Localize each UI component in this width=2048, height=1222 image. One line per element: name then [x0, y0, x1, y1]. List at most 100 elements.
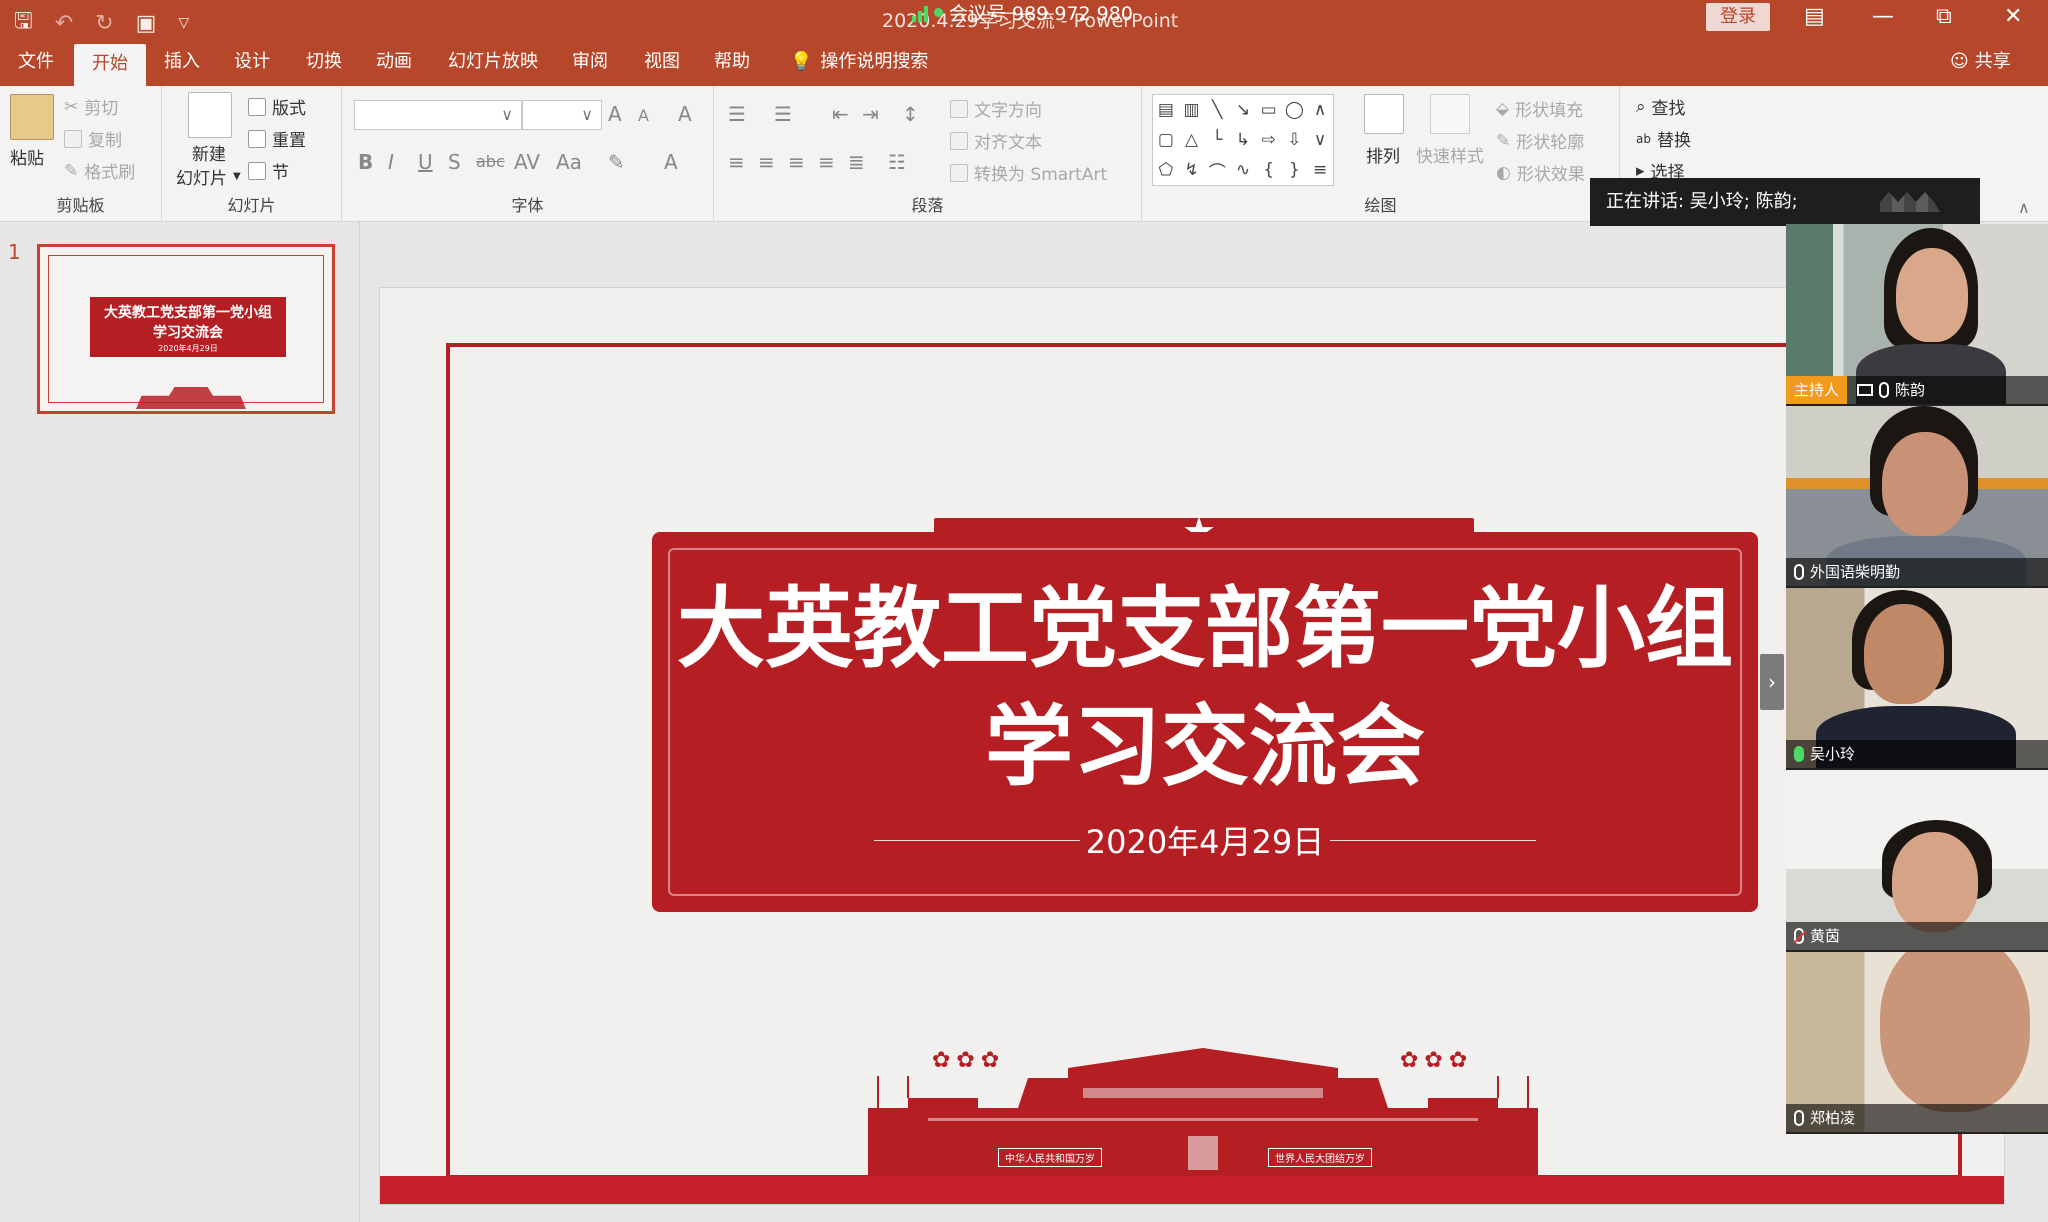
tab-slideshow[interactable]: 幻灯片放映	[430, 38, 556, 86]
font-name-combo[interactable]: ∨	[354, 100, 522, 130]
line-spacing-icon[interactable]: ↕	[902, 102, 919, 126]
smartart-button[interactable]: 转换为 SmartArt	[950, 160, 1107, 185]
tab-review[interactable]: 审阅	[554, 38, 626, 86]
triangle-icon[interactable]: △	[1185, 130, 1198, 150]
tell-me-search[interactable]: 💡 操作说明搜索	[790, 38, 928, 86]
arrange-button[interactable]: 排列	[1366, 142, 1400, 167]
elbow-connector-icon[interactable]: └	[1212, 130, 1222, 150]
bullets-icon[interactable]: ☰	[728, 102, 746, 126]
decrease-indent-icon[interactable]: ⇤	[832, 102, 849, 126]
italic-button[interactable]: I	[388, 150, 394, 174]
slide-date[interactable]: 2020年4月29日	[1080, 817, 1331, 863]
slide-thumbnail[interactable]: 大英教工党支部第一党小组 学习交流会 2020年4月29日	[37, 244, 335, 414]
find-button[interactable]: ⌕ 查找	[1636, 94, 1686, 120]
shape-effects-button[interactable]: ◐ 形状效果	[1496, 160, 1585, 186]
char-spacing-button[interactable]: AV	[514, 150, 540, 174]
tab-home[interactable]: 开始	[74, 44, 146, 86]
restore-icon[interactable]: ⧉	[1936, 4, 1952, 29]
line-icon[interactable]: ╲	[1212, 100, 1222, 120]
left-brace-icon[interactable]: {	[1263, 160, 1274, 180]
justify-icon[interactable]: ≡	[818, 150, 835, 174]
down-arrow-icon[interactable]: ⇩	[1287, 130, 1301, 150]
video-tile[interactable]: 吴小玲	[1786, 588, 2048, 770]
shadow-button[interactable]: S	[448, 150, 461, 174]
arc-icon[interactable]: ⌒	[1209, 158, 1226, 183]
ribbon-display-icon[interactable]: ▤	[1804, 4, 1825, 29]
undo-icon[interactable]: ↶	[55, 11, 73, 36]
format-painter-button[interactable]: ✎ 格式刷	[64, 158, 135, 184]
columns-icon[interactable]: ☷	[888, 150, 906, 174]
minimize-icon[interactable]: —	[1872, 4, 1894, 29]
vertical-text-box-icon[interactable]: ▥	[1184, 100, 1200, 120]
new-slide-button[interactable]: 新建	[192, 140, 226, 165]
cut-button[interactable]: ✂ 剪切	[64, 94, 118, 120]
video-tile[interactable]: 外国语柴明勤	[1786, 406, 2048, 588]
text-direction-button[interactable]: 文字方向	[950, 96, 1042, 121]
new-slide-dropdown[interactable]: 幻灯片 ▼	[176, 164, 241, 189]
right-arrow-icon[interactable]: ⇨	[1262, 130, 1276, 150]
highlight-icon[interactable]: ✎	[608, 150, 625, 174]
replace-button[interactable]: ab 替换	[1636, 126, 1691, 151]
grow-font-button[interactable]: A	[608, 102, 622, 126]
customize-icon[interactable]: ▽	[178, 15, 189, 31]
arrow-line-icon[interactable]: ↘	[1236, 100, 1250, 120]
slide-title-line1[interactable]: 大英教工党支部第一党小组	[652, 574, 1758, 684]
underline-button[interactable]: U	[418, 150, 433, 174]
quick-styles-icon[interactable]	[1430, 94, 1470, 134]
paste-button[interactable]: 粘贴	[10, 144, 44, 169]
text-box-icon[interactable]: ▤	[1158, 100, 1174, 120]
more-shapes-icon[interactable]: ≡	[1313, 160, 1327, 180]
next-slide-arrow-icon[interactable]: ›	[1760, 654, 1784, 710]
paste-icon[interactable]	[10, 94, 54, 140]
slide-canvas[interactable]: ★ 大英教工党支部第一党小组 学习交流会 2020年4月29日 ✿✿✿ ✿✿✿ …	[380, 288, 2004, 1204]
align-center-icon[interactable]: ≡	[758, 150, 775, 174]
tab-insert[interactable]: 插入	[146, 38, 218, 86]
freeform-icon[interactable]: ⬠	[1158, 160, 1173, 180]
shape-fill-button[interactable]: ⬙ 形状填充	[1496, 96, 1583, 122]
video-tile[interactable]: 郑柏凌	[1786, 952, 2048, 1134]
increase-indent-icon[interactable]: ⇥	[862, 102, 879, 126]
login-button[interactable]: 登录	[1706, 3, 1770, 31]
clear-format-button[interactable]: A	[678, 102, 692, 126]
rectangle-icon[interactable]: ▭	[1261, 100, 1277, 120]
font-color-button[interactable]: A	[664, 150, 678, 174]
align-right-icon[interactable]: ≡	[788, 150, 805, 174]
numbering-icon[interactable]: ☰	[774, 102, 792, 126]
new-slide-icon[interactable]	[188, 92, 232, 138]
right-brace-icon[interactable]: }	[1289, 160, 1300, 180]
scroll-down-icon[interactable]: ∨	[1314, 130, 1326, 150]
share-button[interactable]: ☺ 共享	[1950, 38, 2011, 86]
align-left-icon[interactable]: ≡	[728, 150, 745, 174]
tab-help[interactable]: 帮助	[696, 38, 768, 86]
align-text-button[interactable]: 对齐文本	[950, 128, 1042, 153]
arrange-icon[interactable]	[1364, 94, 1404, 134]
bold-button[interactable]: B	[358, 150, 373, 174]
collapse-ribbon-icon[interactable]: ∧	[2018, 198, 2030, 217]
close-icon[interactable]: ✕	[2004, 4, 2022, 29]
presenter-icon[interactable]: ▣	[136, 11, 157, 36]
curve-icon[interactable]: ∿	[1236, 160, 1250, 180]
layout-button[interactable]: 版式	[248, 94, 306, 119]
reset-button[interactable]: 重置	[248, 126, 306, 151]
video-tile[interactable]: 主持人 陈韵	[1786, 224, 2048, 406]
shapes-gallery[interactable]: ▤ ▥ ╲ ↘ ▭ ◯ ∧ ▢ △ └ ↳ ⇨ ⇩ ∨ ⬠ ↯ ⌒ ∿ { } …	[1152, 94, 1334, 186]
shrink-font-button[interactable]: A	[638, 106, 649, 125]
oval-icon[interactable]: ◯	[1285, 100, 1304, 120]
tab-view[interactable]: 视图	[626, 38, 698, 86]
video-tile[interactable]: 黄茵	[1786, 770, 2048, 952]
copy-button[interactable]: 复制	[64, 126, 122, 151]
save-icon[interactable]: 🖫	[14, 4, 33, 42]
tab-animations[interactable]: 动画	[358, 38, 430, 86]
elbow-arrow-icon[interactable]: ↳	[1236, 130, 1250, 150]
strikethrough-button[interactable]: abc	[476, 152, 505, 171]
rounded-rect-icon[interactable]: ▢	[1158, 130, 1174, 150]
redo-icon[interactable]: ↻	[95, 11, 113, 36]
quick-styles-button[interactable]: 快速样式	[1416, 142, 1484, 167]
distribute-icon[interactable]: ≣	[848, 150, 865, 174]
tab-transitions[interactable]: 切换	[288, 38, 360, 86]
scroll-up-icon[interactable]: ∧	[1314, 100, 1326, 120]
tab-design[interactable]: 设计	[216, 38, 288, 86]
change-case-button[interactable]: Aa	[556, 150, 582, 174]
slide-title-line2[interactable]: 学习交流会	[652, 692, 1758, 802]
title-banner[interactable]: 大英教工党支部第一党小组 学习交流会 2020年4月29日	[652, 532, 1758, 912]
